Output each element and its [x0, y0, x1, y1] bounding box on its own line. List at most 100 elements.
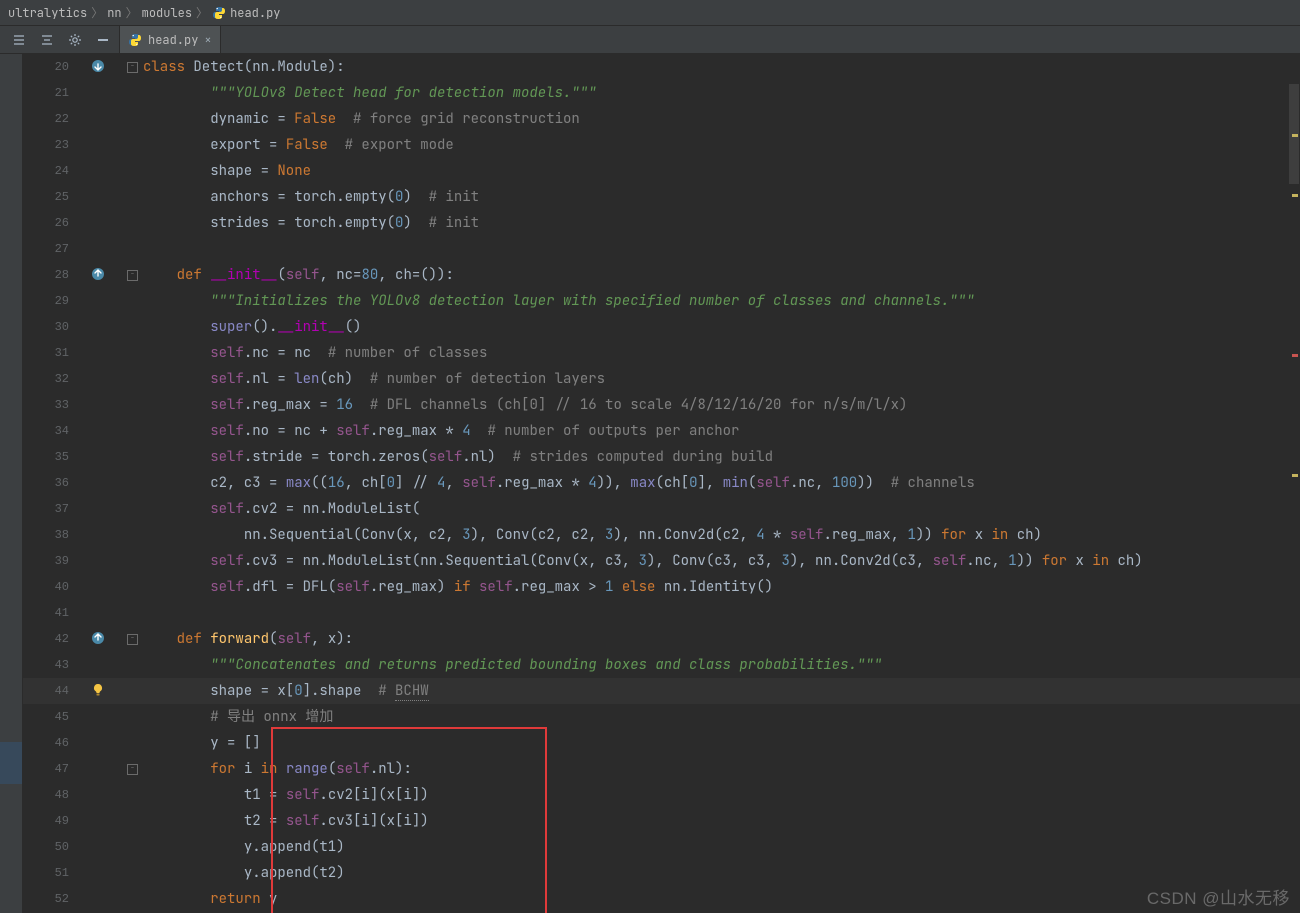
code-text[interactable]: dynamic = False # force grid reconstruct… — [143, 106, 580, 132]
gutter-icon[interactable] — [87, 496, 123, 522]
fold-toggle[interactable] — [123, 340, 143, 366]
fold-toggle[interactable] — [123, 574, 143, 600]
fold-toggle[interactable] — [123, 366, 143, 392]
gutter-icon[interactable] — [87, 886, 123, 912]
code-text[interactable]: nn.Sequential(Conv(x, c2, 3), Conv(c2, c… — [143, 522, 1042, 548]
code-line[interactable]: 24 shape = None — [23, 158, 1300, 184]
fold-toggle[interactable] — [123, 600, 143, 626]
fold-toggle[interactable] — [123, 314, 143, 340]
fold-toggle[interactable]: − — [123, 54, 143, 80]
gutter-icon[interactable] — [87, 522, 123, 548]
code-line[interactable]: 21 """YOLOv8 Detect head for detection m… — [23, 80, 1300, 106]
line-number[interactable]: 49 — [23, 808, 87, 834]
gutter-icon[interactable] — [87, 418, 123, 444]
code-text[interactable]: self.cv2 = nn.ModuleList( — [143, 496, 420, 522]
code-text[interactable]: for i in range(self.nl): — [143, 756, 412, 782]
line-number[interactable]: 32 — [23, 366, 87, 392]
code-line[interactable]: 27 — [23, 236, 1300, 262]
code-text[interactable]: def forward(self, x): — [143, 626, 353, 652]
breadcrumb-item[interactable]: ultralytics — [8, 5, 87, 21]
gear-icon[interactable] — [66, 31, 84, 49]
gutter-icon[interactable] — [87, 314, 123, 340]
line-number[interactable]: 52 — [23, 886, 87, 912]
code-line[interactable]: 40 self.dfl = DFL(self.reg_max) if self.… — [23, 574, 1300, 600]
gutter-icon[interactable] — [87, 626, 123, 652]
breadcrumb-item[interactable]: modules — [142, 5, 192, 21]
code-text[interactable]: export = False # export mode — [143, 132, 454, 158]
line-number[interactable]: 28 — [23, 262, 87, 288]
fold-toggle[interactable] — [123, 288, 143, 314]
line-number[interactable]: 24 — [23, 158, 87, 184]
code-text[interactable]: self.no = nc + self.reg_max * 4 # number… — [143, 418, 739, 444]
gutter-icon[interactable] — [87, 730, 123, 756]
fold-toggle[interactable] — [123, 522, 143, 548]
line-number[interactable]: 38 — [23, 522, 87, 548]
fold-toggle[interactable]: − — [123, 756, 143, 782]
gutter-icon[interactable] — [87, 548, 123, 574]
fold-toggle[interactable] — [123, 678, 143, 704]
code-line[interactable]: 52 return y — [23, 886, 1300, 912]
gutter-icon[interactable] — [87, 444, 123, 470]
line-number[interactable]: 42 — [23, 626, 87, 652]
line-number[interactable]: 21 — [23, 80, 87, 106]
line-number[interactable]: 26 — [23, 210, 87, 236]
fold-toggle[interactable] — [123, 886, 143, 912]
code-line[interactable]: 42 − def forward(self, x): — [23, 626, 1300, 652]
code-line[interactable]: 29 """Initializes the YOLOv8 detection l… — [23, 288, 1300, 314]
editor-tab[interactable]: head.py × — [120, 26, 221, 53]
line-number[interactable]: 43 — [23, 652, 87, 678]
fold-toggle[interactable] — [123, 236, 143, 262]
gutter-icon[interactable] — [87, 54, 123, 80]
fold-toggle[interactable] — [123, 444, 143, 470]
breadcrumb-item[interactable]: head.py — [212, 5, 280, 21]
gutter-icon[interactable] — [87, 834, 123, 860]
code-line[interactable]: 28− def __init__(self, nc=80, ch=()): — [23, 262, 1300, 288]
code-line[interactable]: 25 anchors = torch.empty(0) # init — [23, 184, 1300, 210]
code-text[interactable]: """Initializes the YOLOv8 detection laye… — [143, 288, 975, 314]
code-line[interactable]: 49 t2 = self.cv3[i](x[i]) — [23, 808, 1300, 834]
breadcrumb-item[interactable]: nn — [107, 5, 121, 21]
code-line[interactable]: 35 self.stride = torch.zeros(self.nl) # … — [23, 444, 1300, 470]
line-number[interactable]: 27 — [23, 236, 87, 262]
line-number[interactable]: 39 — [23, 548, 87, 574]
editor-scrollbar[interactable] — [1288, 54, 1300, 913]
fold-toggle[interactable] — [123, 704, 143, 730]
line-number[interactable]: 47 — [23, 756, 87, 782]
fold-toggle[interactable] — [123, 184, 143, 210]
code-text[interactable]: self.dfl = DFL(self.reg_max) if self.reg… — [143, 574, 773, 600]
code-text[interactable]: strides = torch.empty(0) # init — [143, 210, 479, 236]
gutter-icon[interactable] — [87, 574, 123, 600]
code-text[interactable]: def __init__(self, nc=80, ch=()): — [143, 262, 454, 288]
code-text[interactable]: y.append(t1) — [143, 834, 345, 860]
code-text[interactable]: super().__init__() — [143, 314, 361, 340]
code-text[interactable]: # 导出 onnx 增加 — [143, 704, 333, 730]
line-number[interactable]: 37 — [23, 496, 87, 522]
gutter-icon[interactable] — [87, 392, 123, 418]
code-text[interactable]: """Concatenates and returns predicted bo… — [143, 652, 882, 678]
line-number[interactable]: 45 — [23, 704, 87, 730]
line-number[interactable]: 20 — [23, 54, 87, 80]
fold-toggle[interactable] — [123, 652, 143, 678]
code-line[interactable]: 46 y = [] — [23, 730, 1300, 756]
code-line[interactable]: 34 self.no = nc + self.reg_max * 4 # num… — [23, 418, 1300, 444]
gutter-icon[interactable] — [87, 756, 123, 782]
code-line[interactable]: 32 self.nl = len(ch) # number of detecti… — [23, 366, 1300, 392]
code-text[interactable]: self.reg_max = 16 # DFL channels (ch[0] … — [143, 392, 907, 418]
code-line[interactable]: 30 super().__init__() — [23, 314, 1300, 340]
gutter-icon[interactable] — [87, 80, 123, 106]
line-number[interactable]: 23 — [23, 132, 87, 158]
close-icon[interactable]: × — [204, 32, 211, 48]
gutter-icon[interactable] — [87, 132, 123, 158]
line-number[interactable]: 34 — [23, 418, 87, 444]
code-line[interactable]: 48 t1 = self.cv2[i](x[i]) — [23, 782, 1300, 808]
code-text[interactable]: self.cv3 = nn.ModuleList(nn.Sequential(C… — [143, 548, 1143, 574]
fold-toggle[interactable]: − — [123, 626, 143, 652]
gutter-icon[interactable] — [87, 184, 123, 210]
line-number[interactable]: 29 — [23, 288, 87, 314]
fold-toggle[interactable] — [123, 496, 143, 522]
fold-toggle[interactable] — [123, 834, 143, 860]
line-number[interactable]: 35 — [23, 444, 87, 470]
code-text[interactable]: self.nc = nc # number of classes — [143, 340, 487, 366]
fold-toggle[interactable] — [123, 132, 143, 158]
code-line[interactable]: 47 − for i in range(self.nl): — [23, 756, 1300, 782]
